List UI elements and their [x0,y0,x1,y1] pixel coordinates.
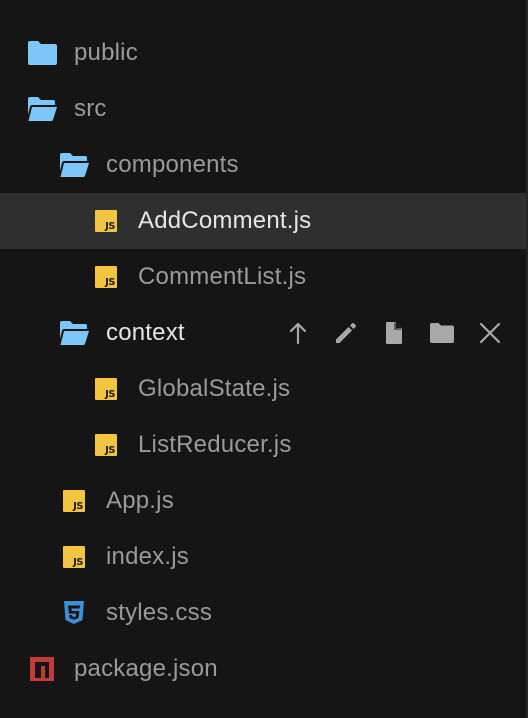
delete-close-icon[interactable] [474,317,506,349]
javascript-file-icon: JS [90,429,122,461]
rename-pencil-icon[interactable] [330,317,362,349]
tree-item-context[interactable]: context [0,305,526,361]
file-explorer: public src components JS AddComment.js J… [0,0,528,718]
tree-item-label: public [74,39,138,66]
javascript-file-icon: JS [90,205,122,237]
npm-package-icon [26,653,58,685]
tree-item-globalstate-js[interactable]: JS GlobalState.js [0,361,526,417]
folder-closed-icon [26,37,58,69]
tree-item-styles-css[interactable]: styles.css [0,585,526,641]
tree-item-components[interactable]: components [0,137,526,193]
tree-item-label: index.js [106,543,189,570]
folder-open-icon [58,149,90,181]
folder-open-icon [26,93,58,125]
javascript-file-icon: JS [90,261,122,293]
new-file-icon[interactable] [378,317,410,349]
tree-item-label: src [74,95,107,122]
javascript-file-icon: JS [58,541,90,573]
tree-item-label: components [106,151,239,178]
tree-item-app-js[interactable]: JS App.js [0,473,526,529]
tree-item-public[interactable]: public [0,25,526,81]
css3-file-icon [58,597,90,629]
tree-item-label: AddComment.js [138,207,312,234]
upload-icon[interactable] [282,317,314,349]
new-folder-icon[interactable] [426,317,458,349]
tree-item-label: GlobalState.js [138,375,291,402]
tree-item-label: CommentList.js [138,263,307,290]
tree-item-label: ListReducer.js [138,431,292,458]
tree-item-label: styles.css [106,599,213,626]
tree-item-label: App.js [106,487,174,514]
tree-item-listreducer-js[interactable]: JS ListReducer.js [0,417,526,473]
tree-item-src[interactable]: src [0,81,526,137]
tree-item-label: package.json [74,655,218,682]
row-actions [282,305,522,361]
tree-item-commentlist-js[interactable]: JS CommentList.js [0,249,526,305]
tree-item-package-json[interactable]: package.json [0,641,526,697]
javascript-file-icon: JS [90,373,122,405]
folder-open-icon [58,317,90,349]
tree-item-addcomment-js[interactable]: JS AddComment.js [0,193,526,249]
tree-item-index-js[interactable]: JS index.js [0,529,526,585]
tree-item-label: context [106,319,185,346]
javascript-file-icon: JS [58,485,90,517]
